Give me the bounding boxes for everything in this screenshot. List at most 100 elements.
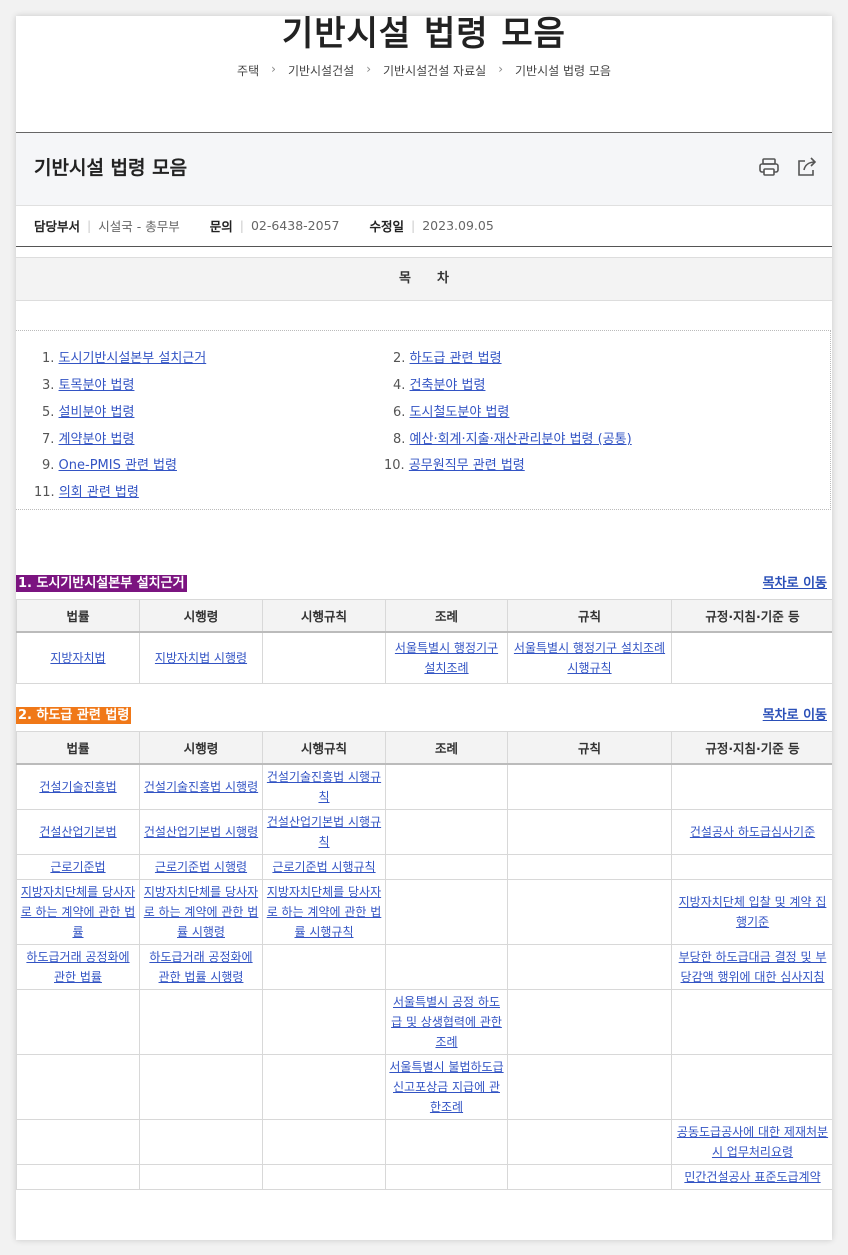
- toc-item: 11. 의회 관련 법령: [34, 481, 139, 500]
- table-row: 민간건설공사 표준도급계약: [16, 1164, 832, 1190]
- law-link[interactable]: 건설기술진흥법: [39, 780, 116, 794]
- table-cell: 건설산업기본법 시행규칙: [262, 809, 386, 855]
- table-cell: 공동도급공사에 대한 제재처분시 업무처리요령: [671, 1119, 832, 1165]
- toc-item: 1. 도시기반시설본부 설치근거: [42, 347, 206, 366]
- law-link[interactable]: 건설기술진흥법 시행규칙: [267, 770, 381, 804]
- law-link[interactable]: 지방자치단체를 당사자로 하는 계약에 관한 법률 시행령: [144, 885, 259, 939]
- law-link[interactable]: 서울특별시 불법하도급 신고포상금 지급에 관한조례: [389, 1060, 503, 1114]
- col-header-guideline: 규정·지침·기준 등: [671, 731, 832, 765]
- law-link[interactable]: 지방자치단체를 당사자로 하는 계약에 관한 법률: [21, 885, 136, 939]
- table-cell: 지방자치단체를 당사자로 하는 계약에 관한 법률 시행령: [139, 879, 263, 945]
- toc-item: 3. 토목분야 법령: [42, 374, 134, 393]
- table-cell: [385, 809, 508, 855]
- content-title: 기반시설 법령 모음: [34, 157, 188, 179]
- table-cell: 건설공사 하도급심사기준: [671, 809, 832, 855]
- table-cell: [507, 944, 672, 990]
- toc-link-7[interactable]: 계약분야 법령: [59, 432, 135, 447]
- law-link[interactable]: 부당한 하도급대금 결정 및 부당감액 행위에 대한 심사지침: [679, 950, 827, 984]
- law-link[interactable]: 지방자치단체 입찰 및 계약 집행기준: [679, 895, 827, 929]
- table-row: 공동도급공사에 대한 제재처분시 업무처리요령: [16, 1119, 832, 1165]
- table-cell: 건설산업기본법: [16, 809, 140, 855]
- toc-link-9[interactable]: One-PMIS 관련 법령: [59, 458, 177, 473]
- toc-link-10[interactable]: 공무원직무 관련 법령: [409, 458, 525, 473]
- breadcrumb-home[interactable]: 주택: [237, 62, 259, 79]
- table-cell: [16, 989, 140, 1055]
- law-link[interactable]: 서울특별시 행정기구 설치조례 시행규칙: [514, 641, 665, 675]
- breadcrumb-item[interactable]: 기반시설건설: [288, 62, 354, 79]
- page-title: 기반시설 법령 모음: [282, 16, 566, 54]
- section-1-table: 법률 시행령 시행규칙 조례 규칙 규정·지침·기준 등 지방자치법 지방자치법 …: [16, 599, 832, 684]
- breadcrumb-current: 기반시설 법령 모음: [515, 64, 611, 78]
- toc-link-6[interactable]: 도시철도분야 법령: [410, 405, 510, 420]
- section-2-table: 법률 시행령 시행규칙 조례 규칙 규정·지침·기준 등 건설기술진흥법 건설기술…: [16, 731, 832, 1190]
- table-cell: [139, 1054, 263, 1120]
- toc-link-1[interactable]: 도시기반시설본부 설치근거: [59, 351, 207, 366]
- table-cell: [671, 631, 832, 684]
- divider: |: [239, 217, 244, 233]
- law-link[interactable]: 지방자치법 시행령: [155, 651, 247, 665]
- table-row: 근로기준법 근로기준법 시행령 근로기준법 시행규칙: [16, 854, 832, 880]
- table-cell: [16, 1164, 140, 1190]
- toc-item: 4. 건축분야 법령: [393, 374, 485, 393]
- law-link[interactable]: 하도급거래 공정화에 관한 법률 시행령: [149, 950, 252, 984]
- share-icon[interactable]: [796, 156, 818, 182]
- table-cell: 지방자치법 시행령: [139, 631, 263, 684]
- law-link[interactable]: 근로기준법: [50, 860, 105, 874]
- print-icon[interactable]: [758, 156, 780, 182]
- law-link[interactable]: 하도급거래 공정화에 관한 법률: [26, 950, 129, 984]
- table-cell: [139, 1164, 263, 1190]
- table-cell: [16, 1054, 140, 1120]
- law-link[interactable]: 서울특별시 행정기구 설치조례: [395, 641, 498, 675]
- breadcrumb-item[interactable]: 기반시설건설 자료실: [383, 62, 486, 79]
- toc-item: 8. 예산·회계·지출·재산관리분야 법령 (공통): [393, 428, 632, 447]
- toc-num: 8.: [393, 432, 406, 447]
- table-row: 건설산업기본법 건설산업기본법 시행령 건설산업기본법 시행규칙 건설공사 하도급심사…: [16, 809, 832, 855]
- meta-info: 담당부서 | 시설국 - 총무부 문의 | 02-6438-2057 수정일 |…: [16, 204, 832, 247]
- col-header-decree: 시행령: [139, 599, 263, 633]
- table-cell: [385, 879, 508, 945]
- law-link[interactable]: 건설산업기본법: [39, 825, 116, 839]
- go-to-toc-link[interactable]: 목차로 이동: [763, 575, 827, 592]
- law-link[interactable]: 건설산업기본법 시행규칙: [267, 815, 381, 849]
- toc-link-8[interactable]: 예산·회계·지출·재산관리분야 법령 (공통): [410, 432, 632, 447]
- col-header-law: 법률: [16, 731, 140, 765]
- section-1-label: 1. 도시기반시설본부 설치근거: [16, 575, 187, 592]
- law-link[interactable]: 건설기술진흥법 시행령: [144, 780, 258, 794]
- law-link[interactable]: 건설산업기본법 시행령: [144, 825, 258, 839]
- toc-link-3[interactable]: 토목분야 법령: [59, 378, 135, 393]
- table-cell: 하도급거래 공정화에 관한 법률 시행령: [139, 944, 263, 990]
- law-link[interactable]: 지방자치법: [50, 651, 105, 665]
- go-to-toc-link[interactable]: 목차로 이동: [763, 707, 827, 724]
- table-cell: [507, 854, 672, 880]
- table-cell: [385, 854, 508, 880]
- col-header-regulation: 규칙: [507, 731, 672, 765]
- law-link[interactable]: 서울특별시 공정 하도급 및 상생협력에 관한 조례: [391, 995, 502, 1049]
- toc-num: 2.: [393, 351, 406, 366]
- law-link[interactable]: 근로기준법 시행령: [155, 860, 247, 874]
- toc-link-11[interactable]: 의회 관련 법령: [59, 485, 139, 500]
- law-link[interactable]: 공동도급공사에 대한 제재처분시 업무처리요령: [677, 1125, 828, 1159]
- table-cell: [507, 879, 672, 945]
- law-link[interactable]: 건설공사 하도급심사기준: [690, 825, 815, 839]
- table-row: 하도급거래 공정화에 관한 법률 하도급거래 공정화에 관한 법률 시행령 부당한 …: [16, 944, 832, 990]
- table-cell: 부당한 하도급대금 결정 및 부당감액 행위에 대한 심사지침: [671, 944, 832, 990]
- col-header-law: 법률: [16, 599, 140, 633]
- table-row: 지방자치단체를 당사자로 하는 계약에 관한 법률 지방자치단체를 당사자로 하는…: [16, 879, 832, 945]
- toc-link-2[interactable]: 하도급 관련 법령: [410, 351, 502, 366]
- law-link[interactable]: 지방자치단체를 당사자로 하는 계약에 관한 법률 시행규칙: [267, 885, 382, 939]
- content-title-bar: 기반시설 법령 모음: [16, 132, 832, 206]
- table-cell: 민간건설공사 표준도급계약: [671, 1164, 832, 1190]
- toc-num: 7.: [42, 432, 55, 447]
- table-cell: [671, 989, 832, 1055]
- table-cell: [507, 809, 672, 855]
- table-cell: 근로기준법 시행규칙: [262, 854, 386, 880]
- table-row: 서울특별시 공정 하도급 및 상생협력에 관한 조례: [16, 989, 832, 1055]
- toc-link-5[interactable]: 설비분야 법령: [59, 405, 135, 420]
- table-cell: [671, 854, 832, 880]
- table-cell: 건설기술진흥법: [16, 763, 140, 810]
- table-row: 지방자치법 지방자치법 시행령 서울특별시 행정기구 설치조례 서울특별시 행정기구 …: [16, 631, 832, 684]
- table-cell: 근로기준법 시행령: [139, 854, 263, 880]
- law-link[interactable]: 근로기준법 시행규칙: [272, 860, 375, 874]
- law-link[interactable]: 민간건설공사 표준도급계약: [684, 1170, 820, 1184]
- toc-link-4[interactable]: 건축분야 법령: [410, 378, 486, 393]
